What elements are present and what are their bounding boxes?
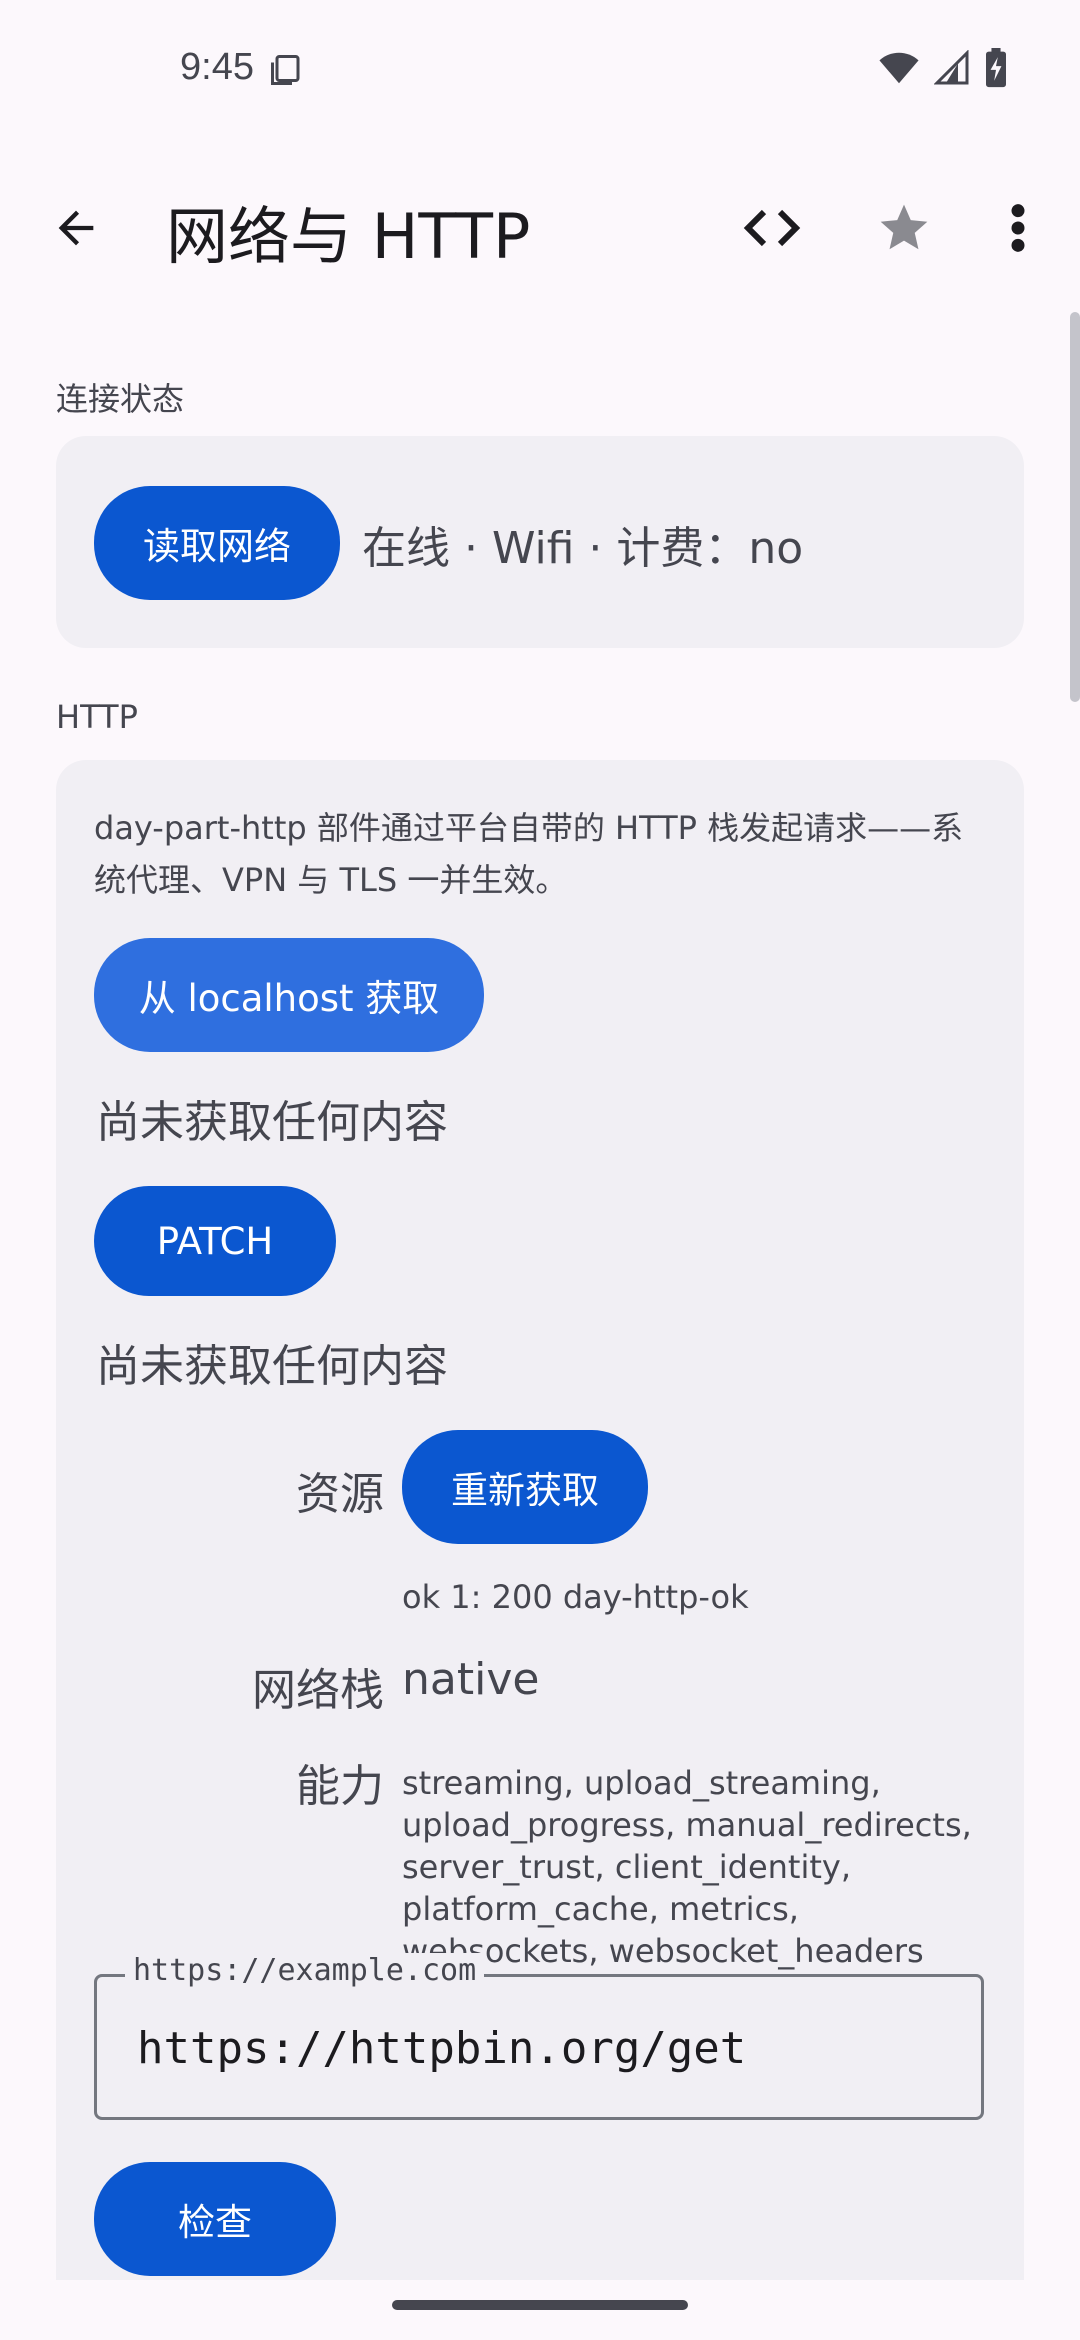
http-description: day-part-http 部件通过平台自带的 HTTP 栈发起请求——系统代理… — [94, 809, 964, 899]
back-arrow-icon — [58, 210, 94, 246]
patch-result: 尚未获取任何内容 — [96, 1341, 448, 1392]
url-text-field[interactable]: https://example.com — [94, 1953, 984, 2120]
resource-label: 资源 — [296, 1469, 384, 1520]
network-stack-label: 网络栈 — [252, 1665, 384, 1716]
capabilities-label: 能力 — [296, 1761, 384, 1812]
view-source-button[interactable] — [730, 188, 814, 268]
connection-status-text: 在线 · Wifi · 计费：no — [362, 523, 804, 574]
connection-card: 读取网络 在线 · Wifi · 计费：no — [56, 436, 1024, 648]
capabilities-value: streaming, upload_streaming, upload_prog… — [402, 1764, 972, 1970]
battery-charging-icon — [986, 48, 1006, 88]
more-vert-icon — [1011, 204, 1025, 252]
patch-button[interactable]: PATCH — [94, 1186, 336, 1296]
back-button[interactable] — [36, 188, 116, 268]
cellular-signal-icon — [934, 50, 969, 85]
status-bar: 9:45 — [0, 0, 1080, 140]
resource-result: ok 1: 200 day-http-ok — [402, 1578, 749, 1616]
network-stack-value: native — [402, 1654, 540, 1705]
fetch-localhost-result: 尚未获取任何内容 — [96, 1097, 448, 1148]
gesture-navigation-bar[interactable] — [392, 2300, 688, 2310]
screenshot-notification-icon — [271, 55, 300, 85]
refetch-button[interactable]: 重新获取 — [402, 1430, 648, 1544]
url-input[interactable] — [137, 2023, 957, 2074]
page-title: 网络与 HTTP — [166, 200, 531, 273]
check-button[interactable]: 检查 — [94, 2162, 336, 2276]
url-field-label: https://example.com — [125, 1953, 485, 1988]
star-icon — [880, 204, 928, 250]
scrollbar[interactable] — [1070, 312, 1080, 702]
http-section-label: HTTP — [56, 698, 138, 736]
more-options-button[interactable] — [978, 188, 1058, 268]
top-app-bar: 网络与 HTTP — [0, 160, 1080, 290]
status-icons — [878, 48, 1008, 88]
wifi-icon — [879, 52, 919, 84]
http-card: day-part-http 部件通过平台自带的 HTTP 栈发起请求——系统代理… — [56, 760, 1024, 2280]
fetch-localhost-button[interactable]: 从 localhost 获取 — [94, 938, 484, 1052]
code-icon — [743, 209, 801, 247]
read-network-button[interactable]: 读取网络 — [94, 486, 340, 600]
connection-section-label: 连接状态 — [56, 380, 185, 418]
favorite-button[interactable] — [862, 188, 946, 268]
status-time: 9:45 — [180, 46, 254, 88]
